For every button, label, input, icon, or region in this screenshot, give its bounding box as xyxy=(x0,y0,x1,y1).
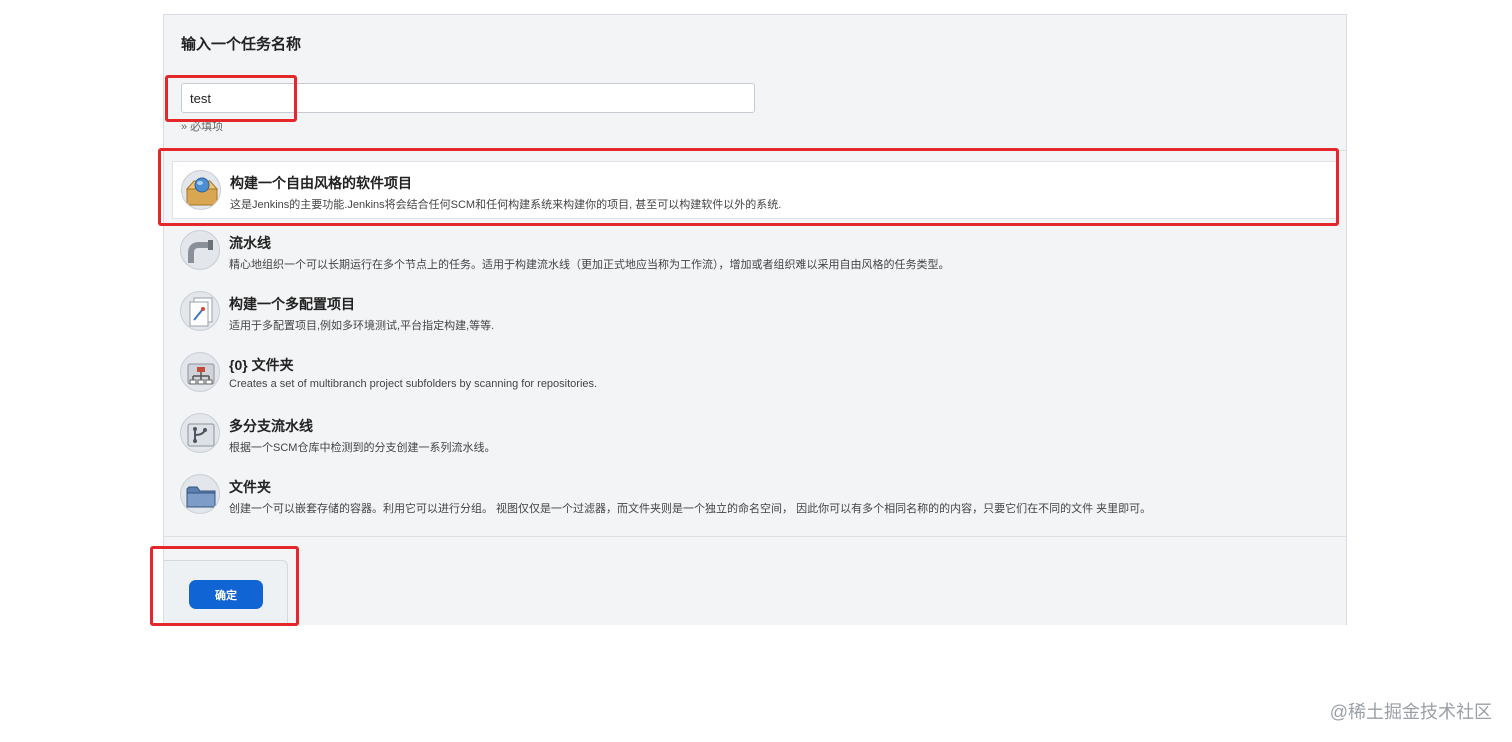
required-hint: » 必填项 xyxy=(181,121,224,133)
multi-config-project-icon xyxy=(180,291,220,331)
item-type-organization-folder[interactable]: {0} 文件夹 Creates a set of multibranch pro… xyxy=(172,344,1338,402)
item-type-multibranch-pipeline[interactable]: 多分支流水线 根据一个SCM仓库中检测到的分支创建一系列流水线。 xyxy=(172,405,1338,463)
item-type-description: 根据一个SCM仓库中检测到的分支创建一系列流水线。 xyxy=(229,442,496,454)
item-type-label: 构建一个多配置项目 xyxy=(229,296,355,312)
item-type-label: {0} 文件夹 xyxy=(229,357,294,373)
item-type-folder[interactable]: 文件夹 创建一个可以嵌套存储的容器。利用它可以进行分组。 视图仅仅是一个过滤器，… xyxy=(172,466,1338,524)
organization-folder-icon xyxy=(180,352,220,392)
folder-icon xyxy=(180,474,220,514)
item-type-label: 文件夹 xyxy=(229,479,271,495)
item-type-description: 创建一个可以嵌套存储的容器。利用它可以进行分组。 视图仅仅是一个过滤器，而文件夹… xyxy=(229,503,1152,515)
item-type-multi-config[interactable]: 构建一个多配置项目 适用于多配置项目,例如多环境测试,平台指定构建,等等. xyxy=(172,283,1338,341)
item-type-list: 构建一个自由风格的软件项目 这是Jenkins的主要功能.Jenkins将会结合… xyxy=(164,151,1346,537)
item-type-pipeline[interactable]: 流水线 精心地组织一个可以长期运行在多个节点上的任务。适用于构建流水线（更加正式… xyxy=(172,222,1338,280)
item-type-description: 适用于多配置项目,例如多环境测试,平台指定构建,等等. xyxy=(229,320,495,332)
pipeline-icon xyxy=(180,230,220,270)
item-type-description: Creates a set of multibranch project sub… xyxy=(229,378,598,390)
item-type-description: 精心地组织一个可以长期运行在多个节点上的任务。适用于构建流水线（更加正式地应当称… xyxy=(229,259,950,271)
item-type-freestyle[interactable]: 构建一个自由风格的软件项目 这是Jenkins的主要功能.Jenkins将会结合… xyxy=(172,161,1338,219)
ok-button-container: 确定 xyxy=(164,560,288,624)
item-type-label: 多分支流水线 xyxy=(229,418,313,434)
new-item-panel: 输入一个任务名称 » 必填项 构建一个自由风格的软件项目 这是Jenkins的主… xyxy=(163,14,1347,625)
item-name-input[interactable] xyxy=(181,83,755,113)
ok-button[interactable]: 确定 xyxy=(189,580,263,609)
item-name-section: 输入一个任务名称 » 必填项 xyxy=(164,15,1346,151)
multibranch-pipeline-icon xyxy=(180,413,220,453)
item-type-label: 构建一个自由风格的软件项目 xyxy=(230,175,412,191)
item-type-label: 流水线 xyxy=(229,235,271,251)
footer: 确定 xyxy=(164,537,1346,625)
freestyle-project-icon xyxy=(181,170,221,210)
item-name-title: 输入一个任务名称 xyxy=(181,36,302,53)
watermark: @稀土掘金技术社区 xyxy=(1329,702,1492,722)
item-type-description: 这是Jenkins的主要功能.Jenkins将会结合任何SCM和任何构建系统来构… xyxy=(230,199,782,211)
